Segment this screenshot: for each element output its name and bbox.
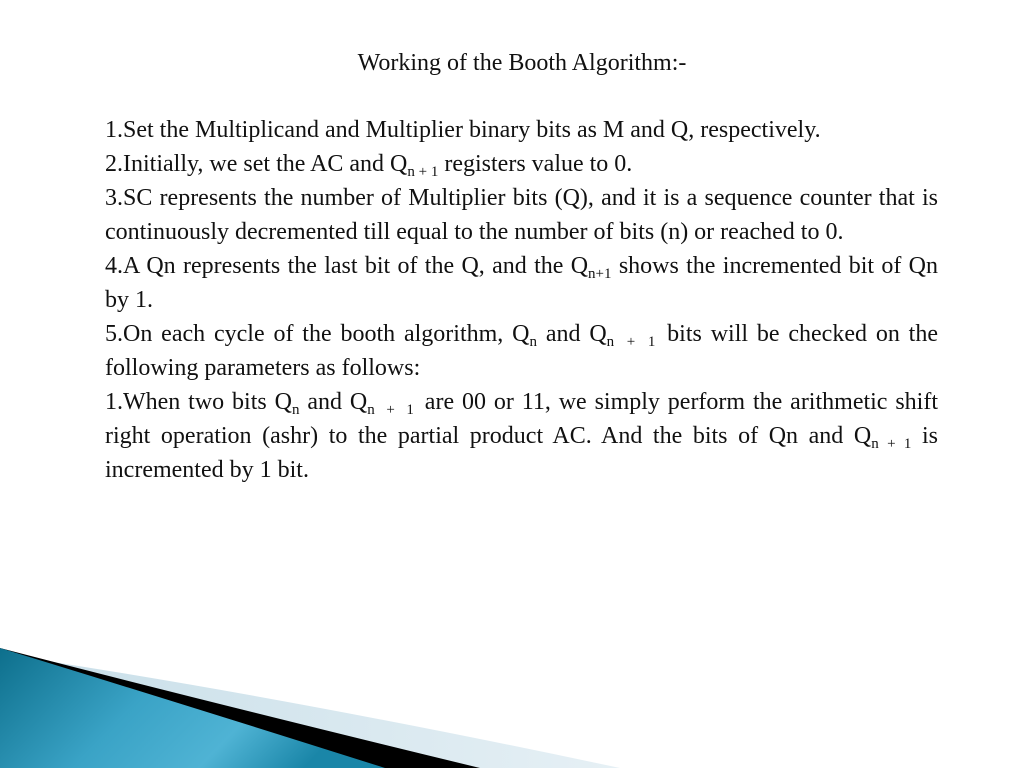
step-2-text-a: 2.Initially, we set the AC and Q <box>105 151 408 177</box>
subscript: n+1 <box>588 266 612 282</box>
subscript: n + 1 <box>367 402 417 418</box>
subscript: n + 1 <box>606 334 659 350</box>
step-4-text-a: 4.A Qn represents the last bit of the Q,… <box>105 253 589 279</box>
subscript: n + 1 <box>871 436 912 452</box>
slide-title: Working of the Booth Algorithm:- <box>357 50 687 76</box>
step-3-text: 3.SC represents the number of Multiplier… <box>105 185 938 245</box>
teal-band <box>0 648 385 768</box>
step-5: 5.On each cycle of the booth algorithm, … <box>105 317 938 385</box>
step-5-text-a: 5.On each cycle of the booth algorithm, … <box>105 321 530 347</box>
pale-band <box>40 660 620 768</box>
step-2-text-b: registers value to 0. <box>438 151 633 177</box>
sub-step-1-text-b: and Q <box>299 389 368 415</box>
black-band <box>0 648 480 768</box>
sub-step-1-text-a: 1.When two bits Q <box>105 389 292 415</box>
slide-body: 1.Set the Multiplicand and Multiplier bi… <box>105 113 938 487</box>
step-5-text-b: and Q <box>536 321 607 347</box>
step-1: 1.Set the Multiplicand and Multiplier bi… <box>105 113 938 147</box>
step-3: 3.SC represents the number of Multiplier… <box>105 181 938 249</box>
sub-step-1: 1.When two bits Qn and Qn + 1 are 00 or … <box>105 385 938 487</box>
step-2: 2.Initially, we set the AC and Qn + 1 re… <box>105 147 938 181</box>
subscript: n + 1 <box>407 164 439 180</box>
step-4: 4.A Qn represents the last bit of the Q,… <box>105 249 938 317</box>
subscript: n <box>529 334 537 350</box>
step-1-text: 1.Set the Multiplicand and Multiplier bi… <box>105 117 821 143</box>
